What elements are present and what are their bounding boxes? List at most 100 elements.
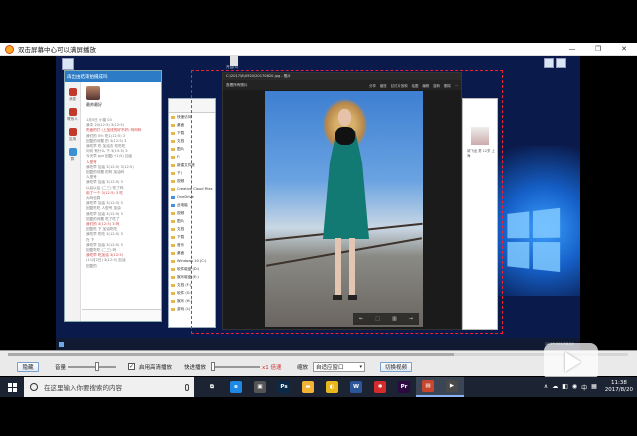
playback-progress-bar[interactable]	[8, 353, 628, 356]
taskbar-app-qq-browser[interactable]: ◐	[320, 377, 344, 397]
viewer-tool-button[interactable]: 分享	[369, 83, 376, 88]
folder-icon	[171, 299, 175, 303]
prev-icon[interactable]: ←	[359, 316, 363, 322]
folder-icon	[171, 243, 175, 247]
folder-icon	[171, 259, 175, 263]
taskbar-app-task-view[interactable]: ⧉	[200, 377, 224, 397]
viewer-tool-button[interactable]: 删除	[444, 83, 451, 88]
speed-slider-handle[interactable]	[211, 362, 215, 371]
tray-icon[interactable]: ☁	[552, 383, 558, 392]
microphone-icon[interactable]	[185, 383, 189, 391]
explorer-tree-label: 此电脑	[177, 202, 188, 207]
photo-subject-face	[338, 109, 351, 126]
photo-subject-shoe	[348, 295, 357, 300]
taskbar-app-powerpoint[interactable]: ▤	[416, 377, 440, 397]
tray-icon[interactable]: ◧	[562, 383, 568, 392]
taskbar-app-store[interactable]: ▣	[248, 377, 272, 397]
viewer-toolbar: 查看所有照片 分享 缩放 幻灯片放映 绘图 编辑 旋转 删除...	[223, 80, 461, 90]
start-button[interactable]	[0, 377, 24, 397]
edge-icon: e	[230, 381, 242, 393]
crop-icon[interactable]: ⬚	[375, 316, 380, 322]
taskbar-search-box[interactable]: 在这里输入你要搜索的内容	[24, 377, 194, 397]
taskbar-app-edge[interactable]: e	[224, 377, 248, 397]
speed-value: x1 倍速	[262, 365, 282, 371]
maximize-button[interactable]: ❐	[585, 43, 611, 56]
folder-icon	[171, 275, 175, 279]
delete-icon[interactable]: ▥	[392, 316, 397, 322]
desktop-icon[interactable]	[544, 58, 554, 68]
volume-slider-handle[interactable]	[94, 362, 99, 371]
sidebar-label: 群	[70, 157, 75, 161]
minimize-button[interactable]: —	[559, 43, 585, 56]
messages-icon[interactable]	[68, 88, 77, 96]
profile-card-window[interactable]: 胡飞龙 男 12岁 上海	[462, 98, 498, 330]
taskbar-app-premiere[interactable]: Pr	[392, 377, 416, 397]
group-icon[interactable]	[68, 148, 77, 156]
explorer-tree-label: 桌面	[177, 250, 185, 255]
remote-start-icon[interactable]	[59, 341, 64, 347]
tray-icon[interactable]: ∧	[544, 383, 548, 392]
qq-browser-icon: ◐	[326, 381, 338, 393]
view-all-photos-link[interactable]: 查看所有照片	[226, 83, 248, 88]
viewer-tool-button[interactable]: 绘图	[412, 83, 419, 88]
taskbar-app-explorer[interactable]: ▬	[296, 377, 320, 397]
window-controls: — ❐ ✕	[559, 43, 637, 56]
photo-subject-leg	[335, 238, 341, 296]
explorer-tree-label: 软件 (G:)	[177, 290, 193, 295]
explorer-tree-label: 文档	[177, 226, 185, 231]
switch-video-button[interactable]: 切换视频	[380, 362, 412, 372]
desktop-icon[interactable]	[556, 58, 566, 68]
explorer-tree-label: 下(	[177, 170, 182, 175]
explorer-tree-label: F:	[177, 155, 180, 159]
remote-screen-view[interactable]: 开会(S) 再出由结束拍摄成吗 消息 联系人 应用 群 最帅最好 1月5日 小猫…	[56, 56, 580, 350]
tray-clock[interactable]: 11:38 2017/8/20	[605, 380, 633, 394]
message-list: 1月5日 小猫 03 我中 20(12:5) 3(12:5) 吃面的打 (上加班的好…	[86, 118, 159, 269]
viewer-tool-button[interactable]: 旋转	[433, 83, 440, 88]
viewer-tool-button[interactable]: 编辑	[422, 83, 429, 88]
folder-icon	[171, 307, 175, 311]
qq-chat-window[interactable]: 再出由结束拍摄成吗 消息 联系人 应用 群 最帅最好 1月5日 小猫 03 我中 …	[64, 70, 162, 322]
photo-viewer-window[interactable]: C:\2017\8\0920\20170820.jpg - 照片 查看所有照片 …	[222, 72, 462, 330]
sidebar-label: 联系人	[67, 117, 78, 121]
zoom-select[interactable]: 自适应窗口 ▾	[313, 362, 365, 372]
folder-icon	[171, 251, 175, 255]
folder-icon	[171, 187, 175, 191]
hide-button[interactable]: 隐藏	[17, 362, 39, 372]
photo: ← ⬚ ▥ →	[265, 91, 423, 327]
explorer-tree-label: 下载	[177, 234, 185, 239]
viewer-tool-button[interactable]: 缩放	[380, 83, 387, 88]
tray-icon[interactable]: ▦	[591, 383, 597, 392]
volume-slider[interactable]	[68, 366, 116, 368]
chat-header-title: 再出由结束拍摄成吗	[67, 74, 108, 80]
tray-icon[interactable]: ◉	[572, 383, 577, 392]
viewer-tools: 分享 缩放 幻灯片放映 绘图 编辑 旋转 删除...	[369, 83, 458, 88]
chat-input[interactable]	[82, 309, 161, 321]
explorer-tree-label: 快速访问	[177, 114, 192, 119]
apps-icon[interactable]	[68, 128, 77, 136]
desktop-icon[interactable]	[62, 58, 74, 70]
viewer-tool-button[interactable]: 幻灯片放映	[391, 83, 408, 88]
hq-checkbox[interactable]: ✓	[128, 363, 135, 370]
taskbar-app-photoshop[interactable]: Ps	[272, 377, 296, 397]
photo-subject-leg	[349, 238, 355, 296]
play-watermark-icon[interactable]	[544, 343, 598, 381]
photo-subject-scarf	[335, 127, 355, 145]
close-button[interactable]: ✕	[611, 43, 637, 56]
photo-nav-bar: ← ⬚ ▥ →	[353, 313, 419, 325]
chat-message: 回复的	[86, 263, 97, 268]
folder-icon	[171, 195, 175, 199]
zoom-label: 缩放	[297, 365, 309, 371]
taskbar-app-word[interactable]: W	[344, 377, 368, 397]
viewer-tool-button[interactable]: ...	[455, 83, 458, 88]
remote-taskbar: 10:27 2017/8/20	[56, 338, 580, 350]
folder-icon	[171, 131, 175, 135]
folder-icon	[171, 291, 175, 295]
folder-icon	[171, 235, 175, 239]
tray-icon[interactable]: 中	[581, 383, 587, 392]
speed-slider[interactable]	[212, 366, 260, 368]
taskbar-app-xmind[interactable]: ✱	[368, 377, 392, 397]
contacts-icon[interactable]	[68, 108, 77, 116]
next-icon[interactable]: →	[409, 316, 413, 322]
folder-icon	[171, 155, 175, 159]
taskbar-app-player[interactable]: ▶	[440, 377, 464, 397]
